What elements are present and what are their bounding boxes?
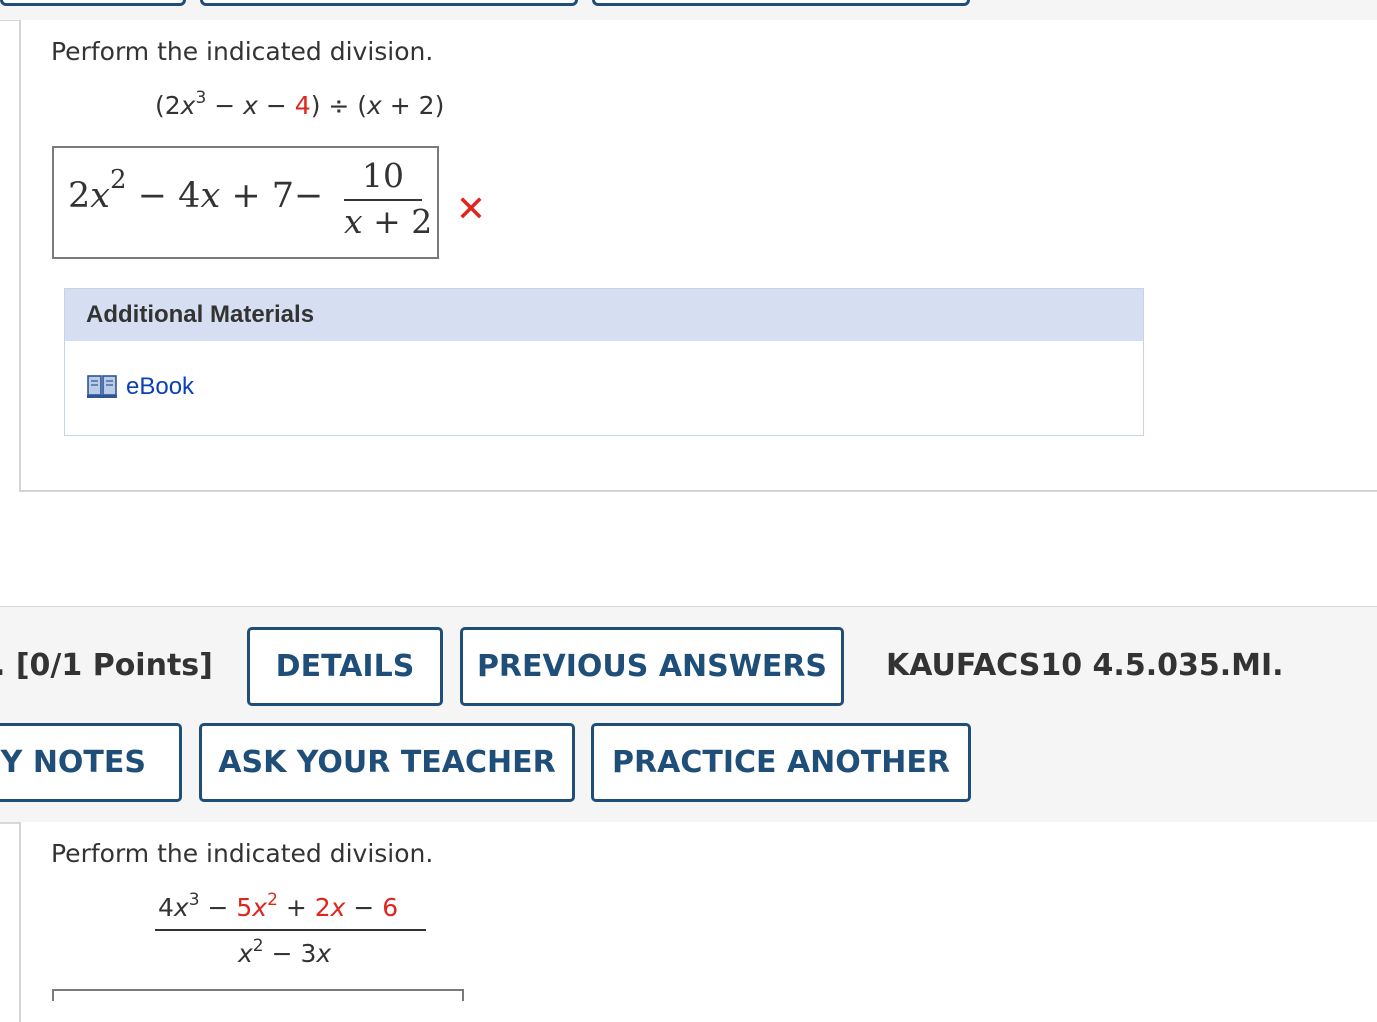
top-strip [0, 0, 1377, 21]
partial-top-button-2[interactable] [200, 0, 578, 6]
practice-another-button[interactable]: PRACTICE ANOTHER [591, 723, 971, 802]
incorrect-icon: ✕ [455, 189, 487, 230]
ebook-link[interactable]: eBook [126, 373, 194, 401]
division-expression: (2x3 − x − 4) ÷ (x + 2) [155, 87, 445, 120]
fraction-bar [344, 199, 422, 201]
question-2-prompt: Perform the indicated division. [51, 839, 434, 868]
answer-numerator: 10 [362, 156, 404, 195]
answer-box-2[interactable] [52, 989, 464, 1001]
rational-denominator: x2 − 3x [238, 935, 332, 968]
my-notes-button[interactable]: MY NOTES [0, 723, 182, 802]
rational-numerator: 4x3 − 5x2 + 2x − 6 [158, 889, 399, 922]
previous-answers-button[interactable]: PREVIOUS ANSWERS [460, 627, 844, 706]
partial-top-button-1[interactable] [0, 0, 186, 6]
additional-materials-title: Additional Materials [86, 301, 315, 328]
book-icon [87, 375, 117, 398]
answer-box[interactable]: 2x2 − 4x + 7 − 10 x + 2 [52, 146, 439, 259]
answer-minus-sign: − [294, 176, 324, 216]
ask-your-teacher-button[interactable]: ASK YOUR TEACHER [199, 723, 575, 802]
points-label: . [0/1 Points] [0, 648, 213, 683]
additional-materials-header: Additional Materials [65, 289, 1143, 341]
additional-materials: Additional Materials eBook [64, 288, 1144, 436]
partial-top-button-3[interactable] [592, 0, 970, 6]
question-code: KAUFACS10 4.5.035.MI. [886, 648, 1284, 683]
answer-denominator: x + 2 [344, 202, 433, 241]
answer-polynomial: 2x2 − 4x + 7 [68, 165, 295, 216]
details-button[interactable]: DETAILS [247, 627, 443, 706]
question-prompt: Perform the indicated division. [51, 37, 434, 66]
rational-fraction-bar [155, 929, 426, 931]
